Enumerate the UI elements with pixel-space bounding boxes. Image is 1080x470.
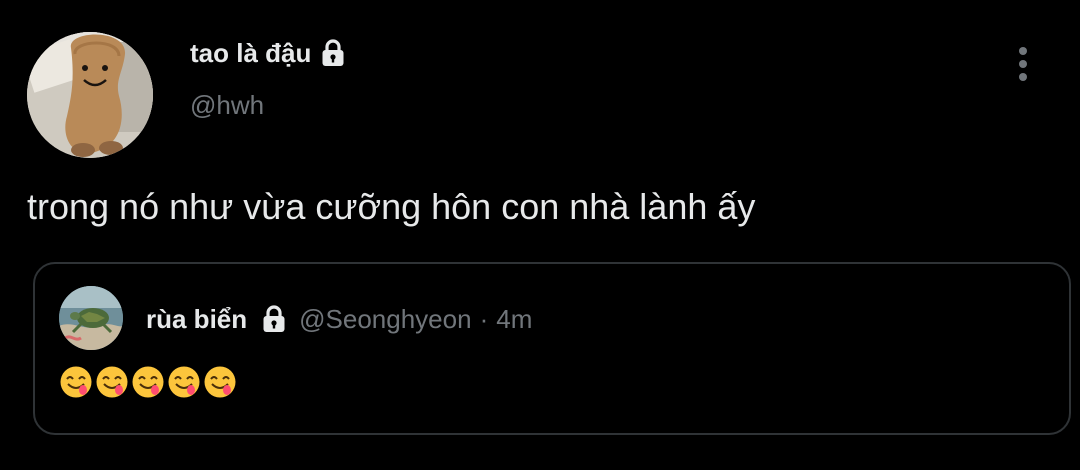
yum-face-emoji [168, 366, 200, 398]
yum-face-emoji [132, 366, 164, 398]
author-avatar[interactable] [27, 32, 153, 158]
more-options-button[interactable] [1008, 44, 1038, 84]
yum-face-emoji [96, 366, 128, 398]
yum-face-emoji [60, 366, 92, 398]
lock-icon [261, 304, 287, 334]
tweet: tao là đậu @hwh trong nó như vừa cưỡng h… [0, 0, 1080, 470]
quoted-author-handle[interactable]: @Seonghyeon [299, 304, 471, 335]
sea-turtle-avatar [59, 286, 123, 350]
quoted-author-avatar[interactable] [59, 286, 123, 350]
separator-dot: · [479, 303, 489, 334]
quoted-author-display-name[interactable]: rùa biển [146, 304, 247, 335]
author-handle[interactable]: @hwh [190, 88, 264, 122]
tweet-text: trong nó như vừa cưỡng hôn con nhà lành … [27, 186, 756, 227]
quoted-tweet-text [59, 362, 239, 402]
yum-face-emoji [204, 366, 236, 398]
quoted-tweet-header: rùa biển @Seonghyeon · 4m [146, 300, 532, 338]
quoted-tweet-card[interactable]: rùa biển @Seonghyeon · 4m [33, 262, 1071, 435]
author-display-name[interactable]: tao là đậu [190, 36, 311, 70]
peanut-plush-avatar [27, 32, 153, 158]
quoted-tweet-timestamp[interactable]: 4m [496, 304, 532, 335]
lock-icon [320, 38, 346, 68]
more-vertical-icon [1019, 47, 1027, 81]
author-name-row: tao là đậu [190, 36, 346, 70]
